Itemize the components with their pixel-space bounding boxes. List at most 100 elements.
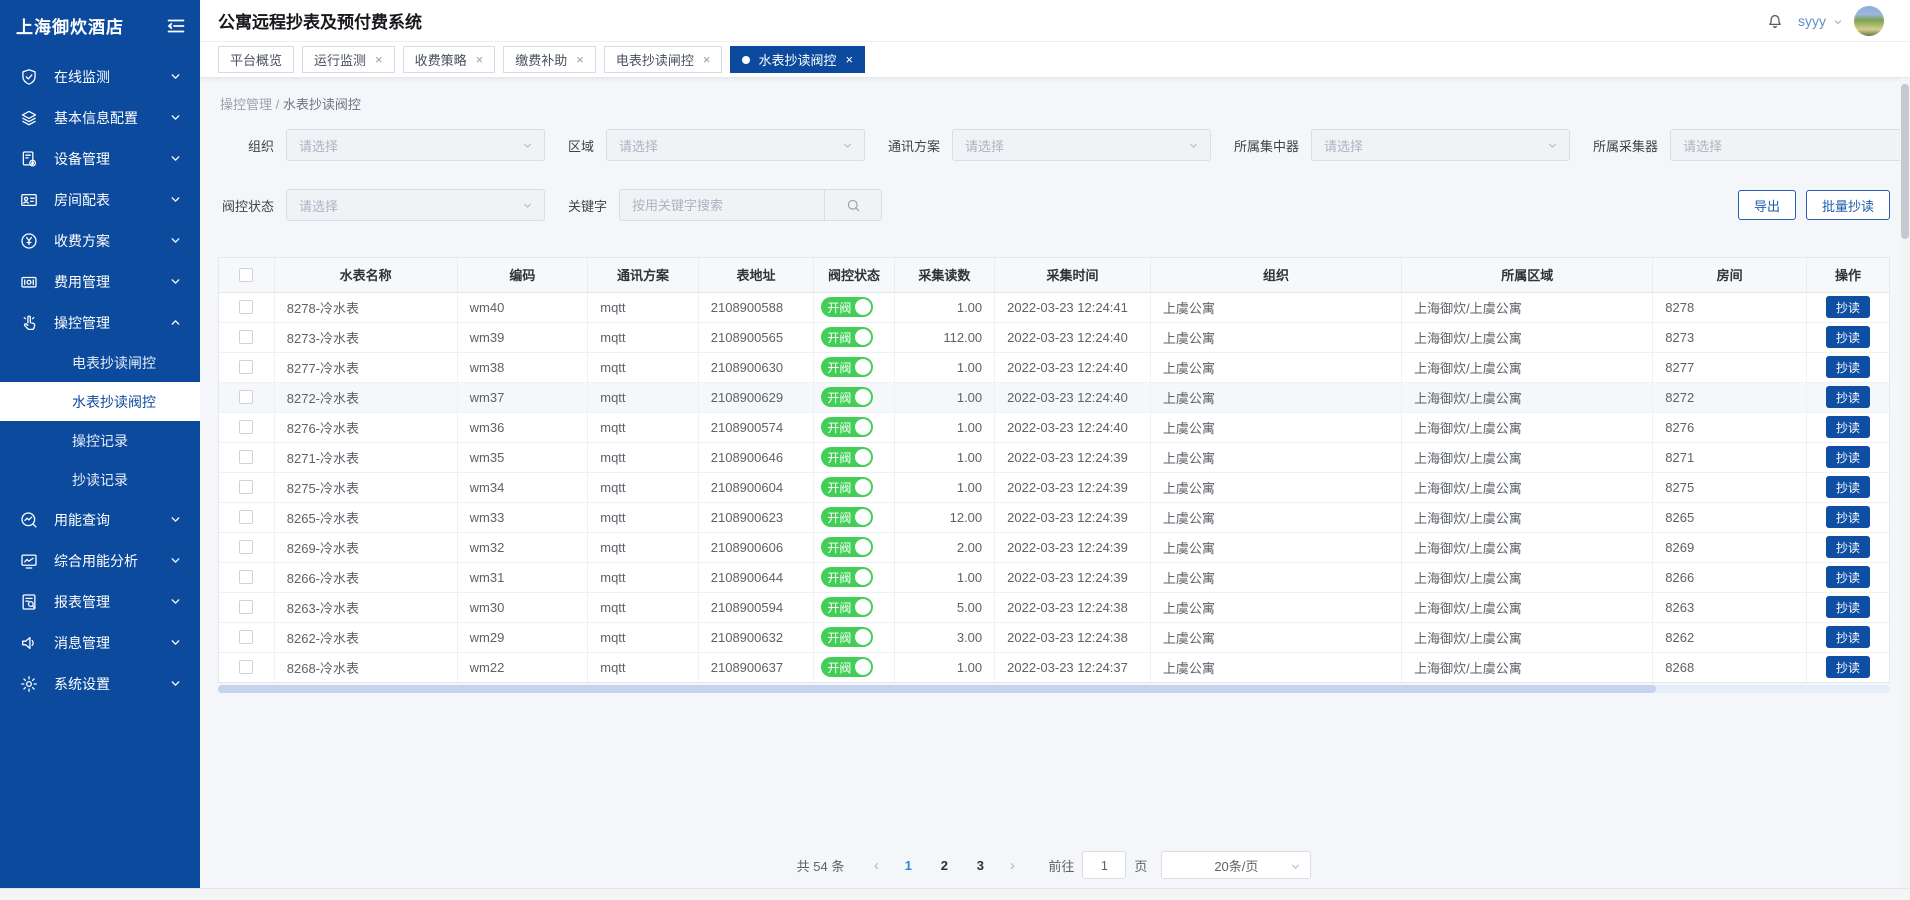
read-button[interactable]: 抄读 xyxy=(1826,566,1870,588)
close-icon[interactable]: × xyxy=(576,53,584,66)
read-button[interactable]: 抄读 xyxy=(1826,326,1870,348)
page-size-select[interactable]: 20条/页 xyxy=(1161,851,1311,879)
row-checkbox[interactable] xyxy=(239,570,253,584)
keyword-input[interactable] xyxy=(619,189,824,221)
sidebar-item-system-settings[interactable]: 系统设置 xyxy=(0,663,200,704)
sidebar-item-control-management[interactable]: 操控管理 xyxy=(0,302,200,343)
table-horizontal-scrollbar[interactable] xyxy=(218,685,1890,693)
valve-status-select[interactable]: 请选择 xyxy=(286,189,545,221)
hscroll-thumb[interactable] xyxy=(218,685,1656,693)
row-checkbox[interactable] xyxy=(239,600,253,614)
page-number-1[interactable]: 1 xyxy=(894,851,922,879)
sidebar-subitem-reading-records[interactable]: 抄读记录 xyxy=(0,460,200,499)
sidebar-subitem-water-meter-reading[interactable]: 水表抄读阀控 xyxy=(0,382,200,421)
org-select[interactable]: 请选择 xyxy=(286,129,545,161)
tab-6[interactable]: 水表抄读阀控× xyxy=(730,46,865,73)
row-checkbox[interactable] xyxy=(239,510,253,524)
valve-toggle[interactable]: 开阀 xyxy=(821,447,873,467)
area-select[interactable]: 请选择 xyxy=(606,129,865,161)
row-checkbox[interactable] xyxy=(239,480,253,494)
tab-5[interactable]: 电表抄读闸控× xyxy=(604,46,723,73)
sidebar-item-energy-analysis[interactable]: 综合用能分析 xyxy=(0,540,200,581)
concentrator-select[interactable]: 请选择 xyxy=(1311,129,1570,161)
tab-2[interactable]: 运行监测 × xyxy=(302,46,395,73)
goto-page-input[interactable] xyxy=(1082,851,1126,879)
comm-select[interactable]: 请选择 xyxy=(952,129,1211,161)
row-checkbox[interactable] xyxy=(239,660,253,674)
page-horizontal-scrollbar[interactable] xyxy=(0,888,1910,900)
notification-bell-icon[interactable] xyxy=(1766,12,1784,30)
avatar[interactable] xyxy=(1854,6,1884,36)
valve-toggle[interactable]: 开阀 xyxy=(821,537,873,557)
search-button[interactable] xyxy=(824,189,882,221)
page-number-3[interactable]: 3 xyxy=(966,851,994,879)
prev-page-icon[interactable]: ‹ xyxy=(862,851,890,879)
row-checkbox[interactable] xyxy=(239,630,253,644)
read-button[interactable]: 抄读 xyxy=(1826,476,1870,498)
user-menu-chevron-down-icon[interactable] xyxy=(1832,16,1844,28)
next-page-icon[interactable]: › xyxy=(998,851,1026,879)
page-vertical-scrollbar[interactable] xyxy=(1900,78,1910,888)
read-button[interactable]: 抄读 xyxy=(1826,386,1870,408)
page-number-2[interactable]: 2 xyxy=(930,851,958,879)
valve-toggle[interactable]: 开阀 xyxy=(821,417,873,437)
cell-reading: 5.00 xyxy=(894,592,994,622)
read-button[interactable]: 抄读 xyxy=(1826,296,1870,318)
sidebar-item-device-management[interactable]: 设备管理 xyxy=(0,138,200,179)
row-checkbox[interactable] xyxy=(239,300,253,314)
valve-toggle-label: 开阀 xyxy=(827,479,851,496)
row-checkbox[interactable] xyxy=(239,390,253,404)
sidebar-subitem-control-records[interactable]: 操控记录 xyxy=(0,421,200,460)
close-icon[interactable]: × xyxy=(476,53,484,66)
sidebar-item-message-management[interactable]: 消息管理 xyxy=(0,622,200,663)
close-icon[interactable]: × xyxy=(703,53,711,66)
select-all-checkbox[interactable] xyxy=(239,268,253,282)
sidebar-item-charging-plan[interactable]: 收费方案 xyxy=(0,220,200,261)
close-icon[interactable]: × xyxy=(375,53,383,66)
area-label: 区域 xyxy=(568,136,594,155)
sidebar-item-energy-query[interactable]: 用能查询 xyxy=(0,499,200,540)
row-checkbox[interactable] xyxy=(239,540,253,554)
read-button[interactable]: 抄读 xyxy=(1826,416,1870,438)
tab-1[interactable]: 平台概览 xyxy=(218,46,294,73)
valve-toggle[interactable]: 开阀 xyxy=(821,327,873,347)
valve-toggle[interactable]: 开阀 xyxy=(821,297,873,317)
close-icon[interactable]: × xyxy=(845,53,853,66)
row-checkbox[interactable] xyxy=(239,420,253,434)
valve-toggle[interactable]: 开阀 xyxy=(821,597,873,617)
sidebar-subitem-electric-meter-reading[interactable]: 电表抄读闸控 xyxy=(0,343,200,382)
valve-toggle[interactable]: 开阀 xyxy=(821,507,873,527)
batch-read-button[interactable]: 批量抄读 xyxy=(1806,190,1890,220)
sidebar-item-room-meter-config[interactable]: 房间配表 xyxy=(0,179,200,220)
username[interactable]: syyy xyxy=(1798,13,1826,29)
row-checkbox[interactable] xyxy=(239,330,253,344)
valve-toggle[interactable]: 开阀 xyxy=(821,387,873,407)
valve-toggle[interactable]: 开阀 xyxy=(821,477,873,497)
sidebar-item-label: 设备管理 xyxy=(54,149,169,169)
sidebar-item-online-monitoring[interactable]: 在线监测 xyxy=(0,56,200,97)
tab-3[interactable]: 收费策略× xyxy=(403,46,496,73)
read-button[interactable]: 抄读 xyxy=(1826,506,1870,528)
collector-select[interactable]: 请选择 xyxy=(1670,129,1910,161)
export-button[interactable]: 导出 xyxy=(1738,190,1796,220)
valve-toggle[interactable]: 开阀 xyxy=(821,567,873,587)
collapse-sidebar-icon[interactable] xyxy=(166,16,186,36)
read-button[interactable]: 抄读 xyxy=(1826,596,1870,618)
row-checkbox[interactable] xyxy=(239,450,253,464)
valve-toggle[interactable]: 开阀 xyxy=(821,357,873,377)
tab-label: 运行监测 xyxy=(314,50,366,69)
read-button[interactable]: 抄读 xyxy=(1826,356,1870,378)
row-checkbox[interactable] xyxy=(239,360,253,374)
vscroll-thumb[interactable] xyxy=(1901,84,1909,239)
filter-concentrator: 所属集中器 请选择 xyxy=(1234,129,1570,161)
sidebar-item-report-management[interactable]: 报表管理 xyxy=(0,581,200,622)
valve-toggle[interactable]: 开阀 xyxy=(821,627,873,647)
read-button[interactable]: 抄读 xyxy=(1826,446,1870,468)
sidebar-item-fee-management[interactable]: 费用管理 xyxy=(0,261,200,302)
read-button[interactable]: 抄读 xyxy=(1826,656,1870,678)
tab-4[interactable]: 缴费补助× xyxy=(503,46,596,73)
read-button[interactable]: 抄读 xyxy=(1826,536,1870,558)
sidebar-item-basic-info-config[interactable]: 基本信息配置 xyxy=(0,97,200,138)
read-button[interactable]: 抄读 xyxy=(1826,626,1870,648)
valve-toggle[interactable]: 开阀 xyxy=(821,657,873,677)
